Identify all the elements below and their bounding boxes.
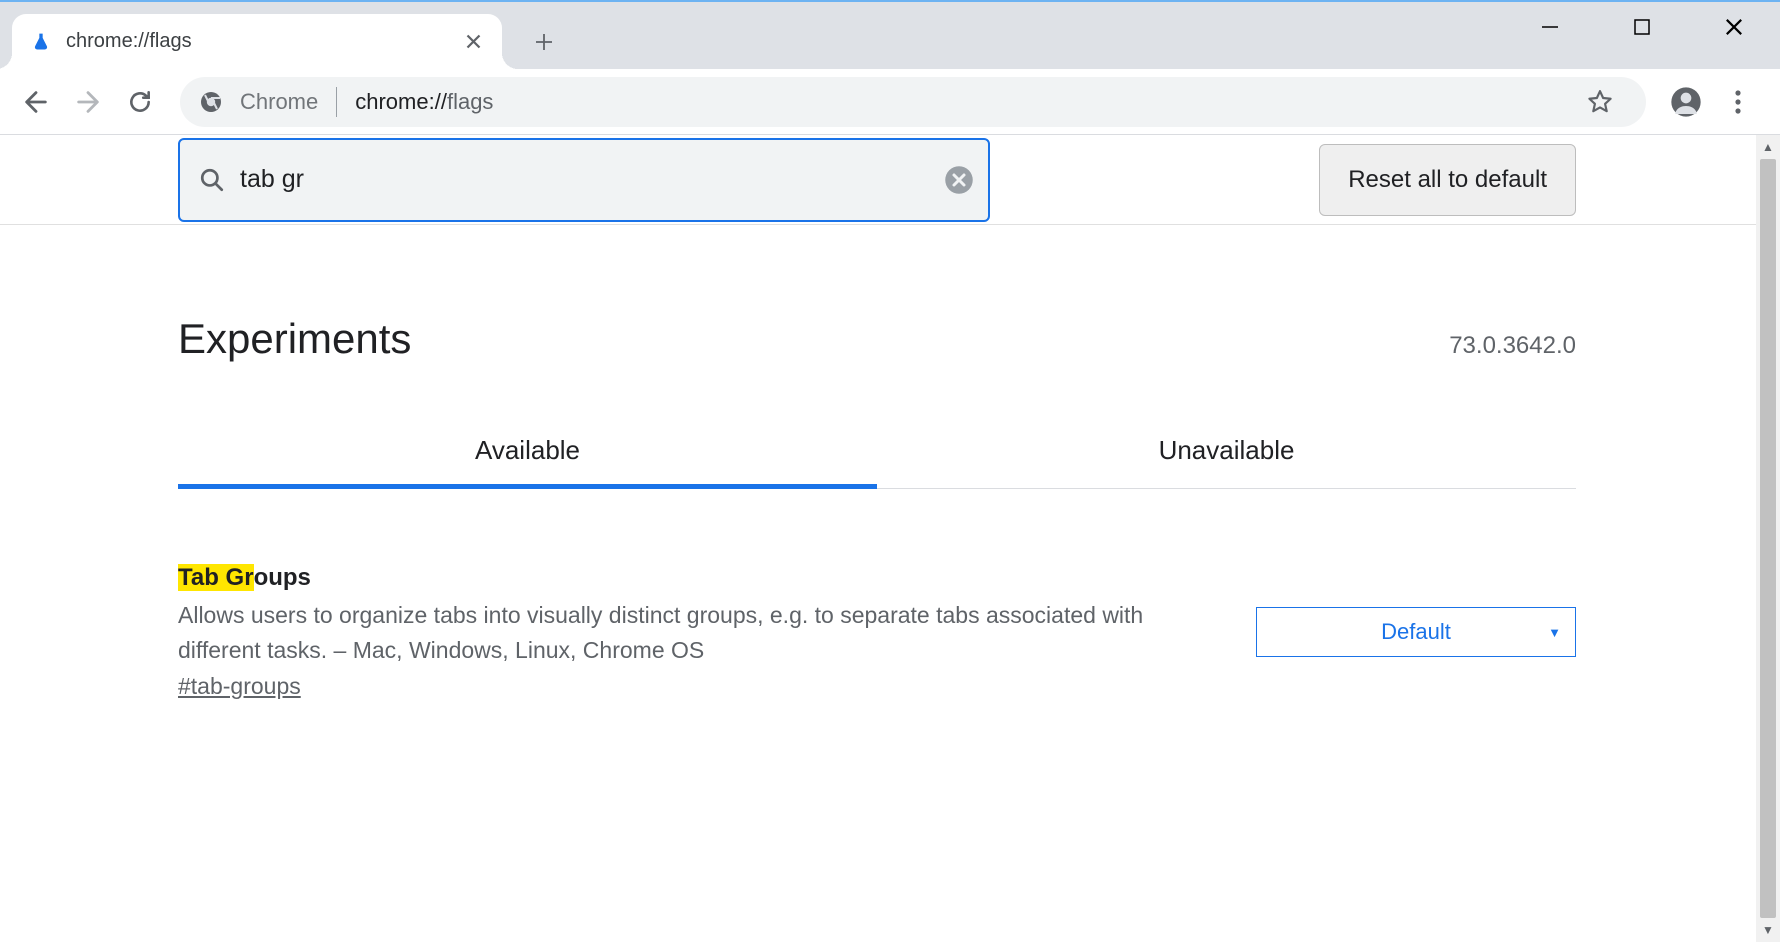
search-icon: [192, 160, 232, 200]
profile-button[interactable]: [1660, 76, 1712, 128]
maximize-button[interactable]: [1596, 2, 1688, 52]
flags-tabs: Available Unavailable: [178, 435, 1576, 489]
chrome-icon: [198, 89, 224, 115]
browser-toolbar: Chrome chrome://flags: [0, 69, 1780, 135]
omnibox-divider: [336, 87, 337, 117]
minimize-button[interactable]: [1504, 2, 1596, 52]
search-input[interactable]: [240, 165, 942, 194]
experiment-anchor[interactable]: #tab-groups: [178, 673, 301, 700]
kebab-menu-button[interactable]: [1712, 76, 1764, 128]
scroll-up-arrow[interactable]: ▲: [1756, 135, 1780, 159]
address-bar[interactable]: Chrome chrome://flags: [180, 77, 1646, 127]
flags-search-box[interactable]: [178, 138, 990, 222]
close-tab-button[interactable]: [462, 34, 484, 49]
reset-all-button[interactable]: Reset all to default: [1319, 144, 1576, 216]
scrollbar-thumb[interactable]: [1760, 159, 1776, 918]
bookmark-button[interactable]: [1574, 76, 1626, 128]
experiment-description: Allows users to organize tabs into visua…: [178, 598, 1216, 667]
back-button[interactable]: [10, 76, 62, 128]
close-window-button[interactable]: [1688, 2, 1780, 52]
forward-button[interactable]: [62, 76, 114, 128]
experiment-row: Tab Groups Allows users to organize tabs…: [178, 564, 1576, 700]
vertical-scrollbar[interactable]: ▲ ▼: [1756, 135, 1780, 942]
chrome-version: 73.0.3642.0: [1449, 332, 1576, 360]
tab-title: chrome://flags: [66, 30, 462, 53]
tab-available[interactable]: Available: [178, 435, 877, 488]
tab-unavailable[interactable]: Unavailable: [877, 435, 1576, 488]
omnibox-url-host: flags: [447, 89, 493, 115]
scroll-down-arrow[interactable]: ▼: [1756, 918, 1780, 942]
omnibox-product-text: Chrome: [240, 89, 318, 115]
flags-page: Reset all to default Experiments 73.0.36…: [0, 135, 1756, 942]
viewport: Reset all to default Experiments 73.0.36…: [0, 135, 1780, 942]
flags-search-bar: Reset all to default: [0, 135, 1756, 225]
browser-tab-active[interactable]: chrome://flags: [12, 14, 502, 69]
clear-search-button[interactable]: [942, 163, 976, 197]
experiment-title: Tab Groups: [178, 564, 1216, 592]
reload-button[interactable]: [114, 76, 166, 128]
new-tab-button[interactable]: [524, 22, 564, 62]
window-tabstrip: chrome://flags: [0, 2, 1780, 69]
flag-dropdown[interactable]: Default: [1256, 607, 1576, 657]
window-controls: [1504, 2, 1780, 52]
page-title: Experiments: [178, 315, 411, 363]
omnibox-url-scheme: chrome://: [355, 89, 447, 115]
flask-icon: [30, 31, 52, 53]
